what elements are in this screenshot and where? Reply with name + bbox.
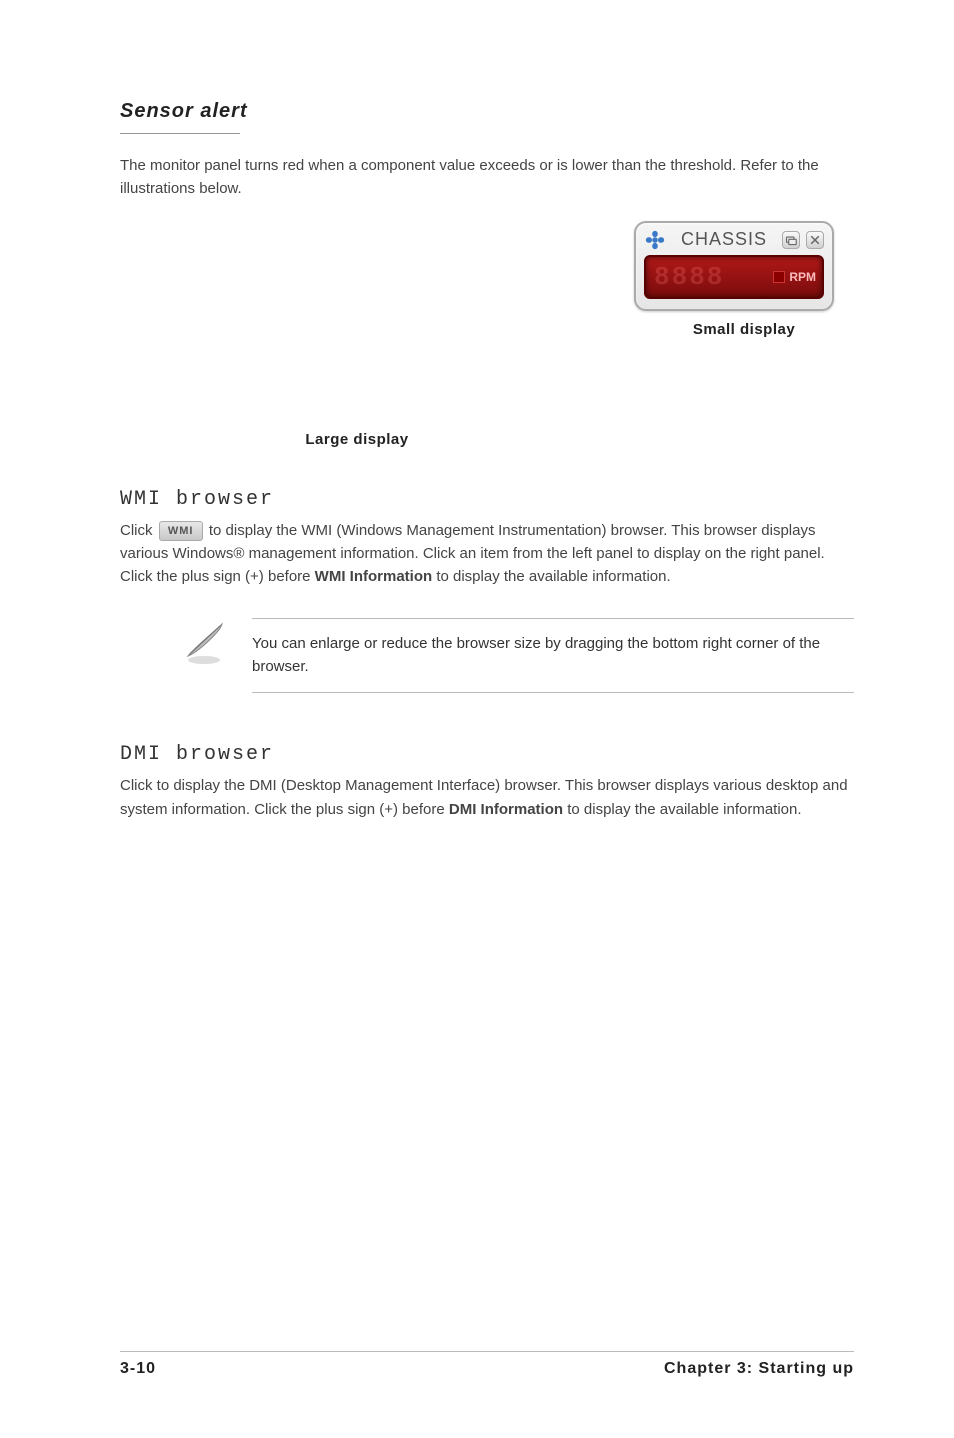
large-display-caption: Large display: [120, 431, 594, 448]
section-divider: [120, 133, 240, 134]
sensor-alert-body: The monitor panel turns red when a compo…: [120, 154, 854, 201]
wmi-body: Click WMI to display the WMI (Windows Ma…: [120, 519, 854, 589]
page: Sensor alert The monitor panel turns red…: [0, 0, 954, 1438]
plug-icon: [773, 271, 785, 283]
chassis-widget: CHASSIS 8888 RPM: [634, 221, 854, 311]
section-title-sensor-alert: Sensor alert: [120, 100, 854, 123]
small-display-caption: Small display: [634, 321, 854, 338]
chassis-header: CHASSIS: [644, 229, 824, 255]
wmi-information-label: WMI Information: [315, 568, 432, 585]
note-icon: [180, 618, 228, 666]
expand-icon[interactable]: [782, 231, 800, 249]
footer-page-number: 3-10: [120, 1360, 156, 1378]
wmi-button[interactable]: WMI: [159, 521, 203, 541]
footer-chapter: Chapter 3: Starting up: [664, 1360, 854, 1378]
display-examples-row: Large display CHASSIS: [120, 221, 854, 448]
wmi-text-pre: Click: [120, 522, 157, 539]
close-icon[interactable]: [806, 231, 824, 249]
lcd-display: 8888 RPM: [644, 255, 824, 299]
section-title-wmi: WMI browser: [120, 488, 854, 511]
small-display-column: CHASSIS 8888 RPM: [634, 221, 854, 338]
chassis-label: CHASSIS: [672, 229, 776, 250]
dmi-information-label: DMI Information: [449, 801, 563, 818]
chassis-frame: CHASSIS 8888 RPM: [634, 221, 834, 311]
lcd-unit-text: RPM: [789, 270, 816, 284]
dmi-body: Click to display the DMI (Desktop Manage…: [120, 774, 854, 821]
note-text: You can enlarge or reduce the browser si…: [252, 618, 854, 693]
lcd-unit-group: RPM: [769, 270, 816, 284]
large-display-column: Large display: [120, 221, 594, 448]
wmi-text-post: to display the available information.: [436, 568, 670, 585]
dmi-text-post: to display the available information.: [567, 801, 801, 818]
lcd-digits: 8888: [654, 262, 769, 292]
large-display-placeholder: [120, 221, 440, 421]
note-row: You can enlarge or reduce the browser si…: [180, 618, 854, 693]
section-title-dmi: DMI browser: [120, 743, 854, 766]
fan-icon: [644, 229, 666, 251]
page-footer: 3-10 Chapter 3: Starting up: [120, 1351, 854, 1378]
